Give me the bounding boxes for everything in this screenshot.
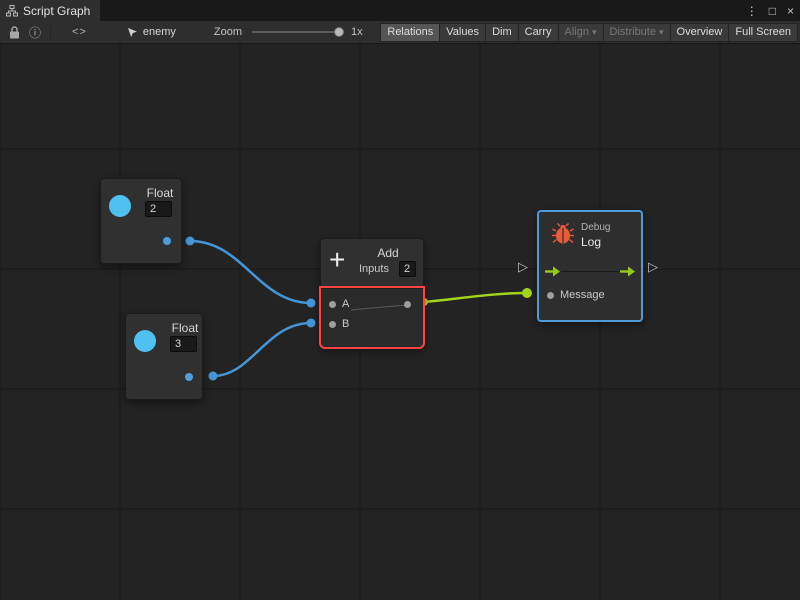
tab-script-graph[interactable]: Script Graph xyxy=(0,0,100,21)
flow-entry-triangle-icon[interactable]: ▷ xyxy=(518,260,528,273)
overview-button[interactable]: Overview xyxy=(670,23,729,42)
float-type-icon xyxy=(134,330,156,352)
zoom-slider[interactable] xyxy=(252,26,344,38)
flow-output-port[interactable] xyxy=(619,265,636,283)
float-node-2[interactable]: Float 3 xyxy=(125,313,203,400)
toolbar-button-group: Relations Values Dim Carry Align▾ Distri… xyxy=(380,23,798,42)
wire-endpoint[interactable] xyxy=(209,372,218,381)
maximize-button[interactable]: □ xyxy=(769,4,776,18)
zoom-slider-handle[interactable] xyxy=(334,27,344,37)
output-port[interactable] xyxy=(185,373,193,381)
port-a-label: A xyxy=(342,298,349,310)
input-port-a[interactable] xyxy=(329,301,336,308)
wire-endpoint[interactable] xyxy=(307,299,316,308)
graph-name: enemy xyxy=(143,26,176,38)
window-controls: ⋮ □ × xyxy=(746,0,794,21)
node-title: Float xyxy=(166,321,204,335)
chevron-down-icon: ▾ xyxy=(659,27,664,37)
wire-endpoint[interactable] xyxy=(186,237,195,246)
tab-title: Script Graph xyxy=(23,4,90,18)
window-menu-button[interactable]: ⋮ xyxy=(746,4,758,18)
wire-float2-to-input-b[interactable] xyxy=(213,323,311,376)
inputs-count-field[interactable]: 2 xyxy=(399,261,416,277)
inputs-label: Inputs xyxy=(359,263,389,275)
debug-log-node-selected[interactable]: Debug Log Message xyxy=(537,210,643,322)
port-b-label: B xyxy=(342,318,349,330)
dim-button[interactable]: Dim xyxy=(485,23,518,42)
node-category: Debug xyxy=(581,222,610,233)
full-screen-button[interactable]: Full Screen xyxy=(728,23,798,42)
float-value-field[interactable]: 2 xyxy=(145,201,172,217)
float-node-1[interactable]: Float 2 xyxy=(100,178,182,264)
graph-toolbar: ⓘ <> enemy Zoom 1x Relations Values Dim … xyxy=(0,21,800,44)
zoom-slider-track[interactable] xyxy=(252,31,344,33)
port-link-line xyxy=(351,305,406,310)
values-button[interactable]: Values xyxy=(439,23,485,42)
add-node-header: + Add Inputs 2 xyxy=(321,239,423,288)
message-label: Message xyxy=(560,289,605,301)
node-title: Float xyxy=(141,186,179,200)
output-port[interactable] xyxy=(163,237,171,245)
titlebar: Script Graph ⋮ □ × xyxy=(0,0,800,21)
input-port-b[interactable] xyxy=(329,321,336,328)
unity-script-graph-window: Script Graph ⋮ □ × ⓘ <> enemy Zoom xyxy=(0,0,800,600)
flow-exit-triangle-icon[interactable]: ▷ xyxy=(648,260,658,273)
wire-endpoint[interactable] xyxy=(522,288,532,298)
info-icon[interactable]: ⓘ xyxy=(27,23,43,41)
align-dropdown[interactable]: Align▾ xyxy=(558,23,603,42)
flow-input-port[interactable] xyxy=(544,265,561,283)
code-view-toggle-icon[interactable]: <> xyxy=(72,26,87,38)
close-button[interactable]: × xyxy=(787,4,794,18)
flow-link-line xyxy=(561,271,621,272)
message-input-port[interactable] xyxy=(547,292,554,299)
node-title: Add xyxy=(357,246,419,260)
add-node-ports-selected[interactable]: A B xyxy=(321,288,423,347)
lock-icon[interactable] xyxy=(6,23,22,41)
relations-button[interactable]: Relations xyxy=(380,23,439,42)
wire-endpoint[interactable] xyxy=(307,319,316,328)
chevron-down-icon: ▾ xyxy=(592,27,597,37)
plus-icon: + xyxy=(329,246,345,274)
wire-add-to-message[interactable] xyxy=(424,293,527,302)
graph-breadcrumb[interactable]: enemy xyxy=(127,26,176,38)
carry-button[interactable]: Carry xyxy=(518,23,558,42)
add-node[interactable]: + Add Inputs 2 A B xyxy=(320,238,424,348)
bug-icon xyxy=(551,222,575,251)
align-label: Align xyxy=(565,26,589,38)
output-port[interactable] xyxy=(404,301,411,308)
graph-canvas[interactable]: Float 2 Float 3 + Add Inputs 2 xyxy=(0,44,800,600)
toolbar-divider xyxy=(50,26,51,39)
float-type-icon xyxy=(109,195,131,217)
zoom-label: Zoom xyxy=(214,26,242,38)
cursor-icon xyxy=(127,27,138,38)
float-value-field[interactable]: 3 xyxy=(170,336,197,352)
wire-float1-to-input-a[interactable] xyxy=(190,241,311,303)
zoom-value: 1x xyxy=(351,26,363,38)
distribute-label: Distribute xyxy=(610,26,656,38)
node-title: Log xyxy=(581,235,601,249)
distribute-dropdown[interactable]: Distribute▾ xyxy=(603,23,670,42)
graph-icon xyxy=(6,5,18,17)
